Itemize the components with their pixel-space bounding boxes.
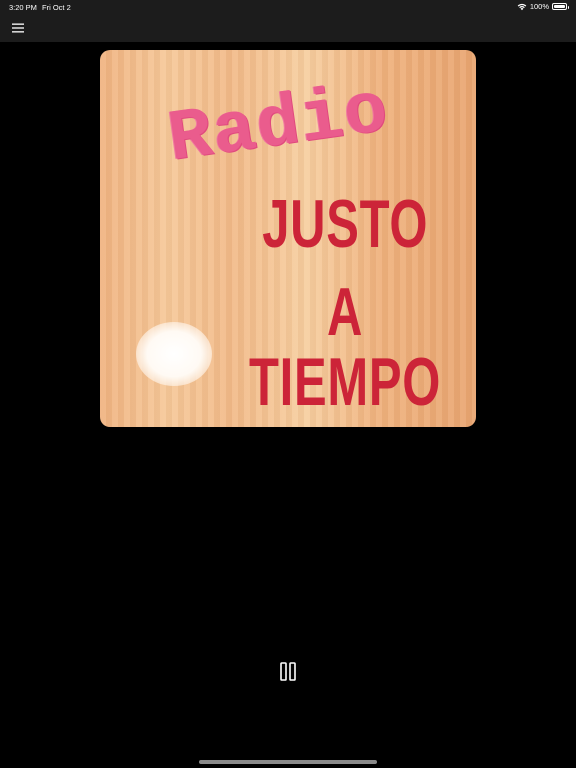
navigation-bar <box>0 14 576 42</box>
hamburger-menu-icon <box>12 23 24 33</box>
wifi-icon <box>517 3 527 10</box>
status-indicators: 100% <box>517 2 569 11</box>
artwork-radio-word: Radio <box>163 69 394 182</box>
status-bar: 3:20 PM Fri Oct 2 100% <box>0 0 576 14</box>
battery-percentage: 100% <box>529 2 549 11</box>
battery-icon <box>552 3 569 10</box>
artwork-title-line-1: JUSTO <box>262 186 429 262</box>
artwork-light-spot <box>136 322 212 386</box>
artwork-title-line-3: TIEMPO <box>248 344 442 420</box>
app-screen: 3:20 PM Fri Oct 2 100% Radio JUSTO A TIE… <box>0 0 576 768</box>
menu-button[interactable] <box>8 18 28 38</box>
home-indicator[interactable] <box>199 760 377 764</box>
status-time: 3:20 PM <box>9 3 37 12</box>
station-artwork: Radio JUSTO A TIEMPO <box>100 50 476 427</box>
pause-button[interactable] <box>278 660 298 682</box>
status-date: Fri Oct 2 <box>42 3 71 12</box>
pause-icon <box>280 661 296 681</box>
artwork-title-line-2: A <box>326 274 364 350</box>
battery-level <box>554 5 565 8</box>
